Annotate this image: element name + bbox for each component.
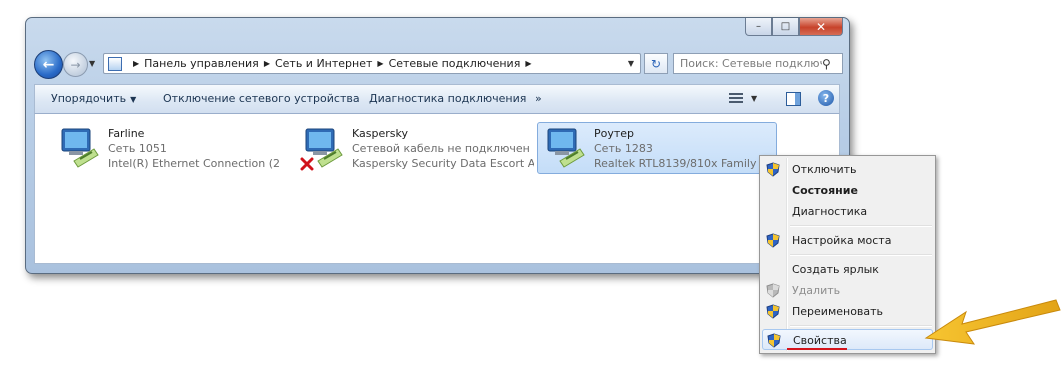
preview-pane-icon[interactable] bbox=[786, 92, 801, 106]
organize-menu[interactable]: Упорядочить ▼ bbox=[51, 92, 136, 105]
connection-item-farline[interactable]: Farline Сеть 1051 Intel(R) Ethernet Conn… bbox=[51, 122, 281, 174]
refresh-icon: ↻ bbox=[650, 56, 662, 71]
maximize-button[interactable]: □ bbox=[772, 18, 799, 36]
connection-device: Kaspersky Security Data Escort Ad... bbox=[352, 157, 534, 170]
chevron-right-icon[interactable]: ▶ bbox=[377, 59, 383, 68]
arrow-left-icon: ← bbox=[42, 56, 55, 73]
window-controls: – □ ✕ bbox=[745, 18, 843, 36]
connections-list: Farline Сеть 1051 Intel(R) Ethernet Conn… bbox=[34, 114, 840, 264]
disconnected-icon bbox=[300, 157, 314, 171]
menu-item-create-shortcut[interactable]: Создать ярлык bbox=[762, 259, 933, 280]
breadcrumb-item[interactable]: Панель управления bbox=[144, 57, 259, 70]
menu-item-status[interactable]: Состояние bbox=[762, 180, 933, 201]
minimize-button[interactable]: – bbox=[745, 18, 772, 36]
breadcrumb-item[interactable]: Сетевые подключения bbox=[389, 57, 521, 70]
menu-item-diagnose[interactable]: Диагностика bbox=[762, 201, 933, 222]
context-menu: Отключить Состояние Диагностика Настройк… bbox=[759, 155, 936, 354]
chevron-right-icon[interactable]: ▶ bbox=[264, 59, 270, 68]
connection-name: Kaspersky bbox=[352, 127, 408, 140]
pointer-arrow-icon bbox=[924, 299, 1061, 345]
explorer-window: – □ ✕ ← → ▼ ▶ Панель управления ▶ Сеть и… bbox=[25, 17, 850, 274]
network-adapter-icon bbox=[61, 128, 99, 168]
connection-status: Сетевой кабель не подключен bbox=[352, 142, 530, 155]
menu-item-delete[interactable]: Удалить bbox=[762, 280, 933, 301]
menu-item-label: Настройка моста bbox=[792, 234, 892, 247]
navigation-bar: ← → ▼ ▶ Панель управления ▶ Сеть и Интер… bbox=[34, 48, 843, 80]
connection-name: Роутер bbox=[594, 127, 635, 140]
breadcrumb-item[interactable]: Сеть и Интернет bbox=[275, 57, 372, 70]
connection-item-router[interactable]: Роутер Сеть 1283 Realtek RTL8139/810x Fa… bbox=[537, 122, 777, 174]
connection-item-kaspersky[interactable]: Kaspersky Сетевой кабель не подключен Ka… bbox=[295, 122, 535, 174]
help-icon[interactable]: ? bbox=[818, 90, 834, 106]
menu-item-label: Состояние bbox=[792, 184, 858, 197]
chevron-down-icon: ▼ bbox=[130, 95, 137, 104]
change-view-icon[interactable] bbox=[729, 93, 743, 105]
highlight-underline bbox=[787, 348, 847, 350]
connection-device: Intel(R) Ethernet Connection (2) I... bbox=[108, 157, 280, 170]
menu-item-label: Переименовать bbox=[792, 305, 884, 318]
menu-item-bridge[interactable]: Настройка моста bbox=[762, 230, 933, 251]
command-bar: Упорядочить ▼ Отключение сетевого устройс… bbox=[34, 84, 840, 114]
menu-separator bbox=[790, 325, 932, 327]
close-button[interactable]: ✕ bbox=[799, 18, 843, 36]
menu-item-label: Отключить bbox=[792, 163, 857, 176]
menu-item-label: Удалить bbox=[792, 284, 841, 297]
address-bar[interactable]: ▶ Панель управления ▶ Сеть и Интернет ▶ … bbox=[103, 53, 641, 74]
connection-device: Realtek RTL8139/810x Family Fast bbox=[594, 157, 776, 170]
disable-device-button[interactable]: Отключение сетевого устройства bbox=[163, 92, 360, 105]
menu-item-label: Диагностика bbox=[792, 205, 868, 218]
menu-separator bbox=[790, 254, 932, 256]
network-adapter-icon bbox=[547, 128, 585, 168]
arrow-right-icon: → bbox=[70, 57, 81, 72]
search-input[interactable] bbox=[680, 57, 822, 70]
search-icon[interactable]: ⚲ bbox=[822, 57, 838, 71]
uac-shield-icon bbox=[766, 162, 780, 177]
connection-status: Сеть 1283 bbox=[594, 142, 653, 155]
connection-status: Сеть 1051 bbox=[108, 142, 167, 155]
uac-shield-icon bbox=[766, 233, 780, 248]
connection-name: Farline bbox=[108, 127, 145, 140]
refresh-button[interactable]: ↻ bbox=[644, 53, 668, 74]
view-options-dropdown[interactable]: ▼ bbox=[751, 94, 757, 103]
organize-label: Упорядочить bbox=[51, 92, 127, 105]
forward-button[interactable]: → bbox=[63, 52, 88, 77]
uac-shield-icon bbox=[766, 304, 780, 319]
menu-item-label: Создать ярлык bbox=[792, 263, 879, 276]
chevron-right-icon[interactable]: ▶ bbox=[525, 59, 531, 68]
chevron-right-icon[interactable]: ▶ bbox=[133, 59, 139, 68]
diagnose-connection-button[interactable]: Диагностика подключения bbox=[369, 92, 526, 105]
control-panel-icon bbox=[108, 56, 122, 71]
more-commands-button[interactable]: » bbox=[535, 92, 542, 105]
recent-pages-dropdown[interactable]: ▼ bbox=[89, 59, 95, 68]
uac-shield-icon bbox=[766, 283, 780, 298]
menu-item-disable[interactable]: Отключить bbox=[762, 159, 933, 180]
menu-item-properties[interactable]: Свойства bbox=[762, 329, 933, 350]
search-box[interactable]: ⚲ bbox=[673, 53, 843, 74]
menu-separator bbox=[790, 225, 932, 227]
menu-item-label: Свойства bbox=[793, 334, 847, 347]
address-dropdown-icon[interactable]: ▼ bbox=[622, 59, 640, 68]
uac-shield-icon bbox=[767, 333, 781, 348]
back-button[interactable]: ← bbox=[34, 50, 63, 79]
menu-item-rename[interactable]: Переименовать bbox=[762, 301, 933, 322]
